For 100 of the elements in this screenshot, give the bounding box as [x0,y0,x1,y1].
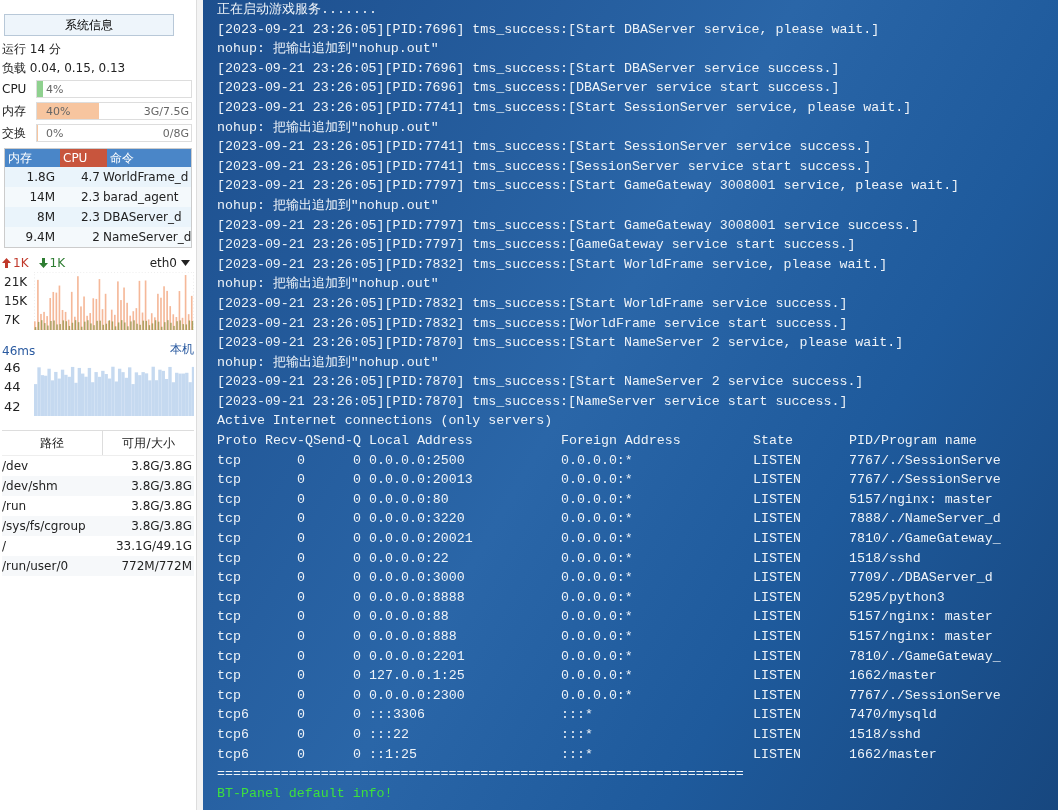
netstat-cell-text: LISTEN [753,588,802,607]
netstat-cell-text: LISTEN [753,745,802,764]
terminal-line: nohup: 把输出追加到"nohup.out" [217,40,440,59]
netstat-cell-text: 0 [352,588,361,607]
netstat-cell-text: 0.0.0.0:* [561,490,634,509]
terminal-line: [2023-09-21 23:26:05][PID:7832] tms_success:[WorldFrame service start success.] [217,314,849,333]
table-cell-text: 772M/772M [120,558,193,575]
netstat-header: Local Address [369,432,474,451]
netstat-cell-text: LISTEN [753,628,802,646]
netstat-cell-text: 0.0.0.0:888 [369,628,458,646]
terminal-line: [2023-09-21 23:26:05][PID:7797] tms_success:[Start GameGateway 3008001 service success.] [217,216,921,235]
column-header[interactable]: 内存 [5,149,60,167]
up-arrow-icon [2,258,11,268]
netstat-cell-text: 0 [296,745,306,764]
load-text: 负载 0.04, 0.15, 0.13 [2,60,127,77]
netstat-header: Recv-Q [265,432,313,451]
netstat-cell-text: 0.0.0.0:22 [369,549,450,568]
netstat-cell-text: tcp [217,471,242,490]
interface-dropdown[interactable]: eth0 [149,256,190,270]
table-cell-text: /dev [2,458,30,475]
netstat-cell-text: 0 [296,628,306,646]
netstat-header: PID/Program name [849,432,978,451]
netstat-cell-text: tcp [217,510,242,529]
meter-label: 交换 [2,124,27,142]
download-speed: 1K [38,256,66,270]
netstat-cell-text: 0.0.0.0:2201 [369,647,466,666]
netstat-cell-text: LISTEN [753,569,802,588]
meter-detail: 3G/7.5G [143,104,189,118]
netstat-cell-text: tcp [217,628,242,646]
meter-detail: 0/8G [162,126,189,140]
terminal-line: [2023-09-21 23:26:05][PID:7741] tms_success:[Start SessionServer service success.] [217,138,873,157]
table-cell-text: / [2,538,8,555]
netstat-cell-text: 0.0.0.0:* [561,471,634,490]
terminal-line: nohup: 把输出追加到"nohup.out" [217,275,440,294]
netstat-cell-text: 0.0.0.0:88 [369,608,450,627]
axis-label: 7K [4,313,21,328]
netstat-cell-text: :::3306 [369,706,426,725]
column-header[interactable]: CPU [60,149,107,167]
netstat-cell-text: 0.0.0.0:* [561,569,634,588]
netstat-cell-text: tcp [217,588,242,607]
netstat-cell-text: :::* [561,725,594,744]
terminal-line: [2023-09-21 23:26:05][PID:7797] tms_success:[GameGateway service start success.] [217,236,857,255]
terminal-line: [2023-09-21 23:26:05][PID:7797] tms_success:[Start GameGateway 3008001 service, please wait.] [217,177,961,196]
netstat-cell-text: 0 [296,490,306,509]
netstat-cell-text: tcp6 [217,725,250,744]
terminal-line: 正在启动游戏服务....... [217,1,378,19]
netstat-cell-text: 5157/nginx: master [849,628,994,646]
netstat-cell-text: 0 [352,490,361,509]
table-cell-text: 4.7 [79,169,101,186]
netstat-cell-text: tcp6 [217,706,250,725]
terminal-line: [2023-09-21 23:26:05][PID:7696] tms_success:[Start DBAServer service success.] [217,59,841,78]
netstat-cell-text: 0 [296,530,306,549]
netstat-cell-text: 0 [296,549,306,568]
netstat-cell-text: 0 [352,628,361,646]
netstat-cell-text: 0.0.0.0:2500 [369,451,466,470]
netstat-cell-text: ::1:25 [369,745,418,764]
netstat-cell-text: 0 [352,706,361,725]
column-header[interactable]: 路径 [2,431,103,455]
splitter-handle[interactable] [196,0,203,810]
netstat-cell-text: tcp [217,549,242,568]
terminal-line: [2023-09-21 23:26:05][PID:7870] tms_success:[Start NameServer 2 service, please wait.] [217,334,905,353]
netstat-cell-text: tcp [217,451,242,470]
netstat-cell-text: 0 [296,510,306,529]
netstat-cell-text: 0 [352,667,361,686]
netstat-header: Send-Q [313,432,361,451]
netstat-cell-text: LISTEN [753,647,802,666]
netstat-cell-text: 5157/nginx: master [849,608,994,627]
netstat-cell-text: 0.0.0.0:* [561,530,634,549]
netstat-cell-text: 7709/./DBAServer_d [849,569,994,588]
netstat-cell-text: 0.0.0.0:8888 [369,588,466,607]
table-cell-text: 1.8G [25,169,56,186]
terminal-line: [2023-09-21 23:26:05][PID:7832] tms_success:[Start WorldFrame service success.] [217,294,849,313]
column-header[interactable]: 可用/大小 [103,431,194,455]
netstat-cell-text: 0.0.0.0:* [561,647,634,666]
column-header[interactable]: 命令 [107,149,191,167]
netstat-cell-text: tcp [217,686,242,705]
netstat-cell-text: 5157/nginx: master [849,490,994,509]
netstat-cell-text: :::22 [369,725,410,744]
netstat-cell-text: tcp [217,569,242,588]
meter-value: 0% [46,126,64,140]
netstat-cell-text: 0 [296,667,306,686]
netstat-cell-text: 0 [352,569,361,588]
netstat-cell-text: 1518/sshd [849,549,922,568]
table-cell-text: 3.8G/3.8G [130,458,193,475]
netstat-cell-text: 0 [352,745,361,764]
axis-label: 21K [4,274,29,289]
axis-label: 46 [4,360,22,376]
axis-label: 44 [4,379,22,395]
netstat-cell-text: 0 [296,451,306,470]
netstat-cell-text: 0.0.0.0:* [561,686,634,705]
uptime-text: 运行 14 分 [2,41,62,58]
netstat-cell-text: 0 [296,647,306,666]
table-cell-text: /sys/fs/cgroup [2,518,87,535]
system-info-button[interactable]: 系统信息 [4,14,174,36]
terminal-line: [2023-09-21 23:26:05][PID:7870] tms_success:[Start NameServer 2 service success.] [217,373,865,392]
netstat-cell-text: LISTEN [753,510,802,529]
netstat-cell-text: tcp [217,667,242,686]
table-cell-text: 33.1G/49.1G [114,538,193,555]
table-cell-text: 2.3 [79,209,101,226]
terminal-line: nohup: 把输出追加到"nohup.out" [217,196,440,215]
